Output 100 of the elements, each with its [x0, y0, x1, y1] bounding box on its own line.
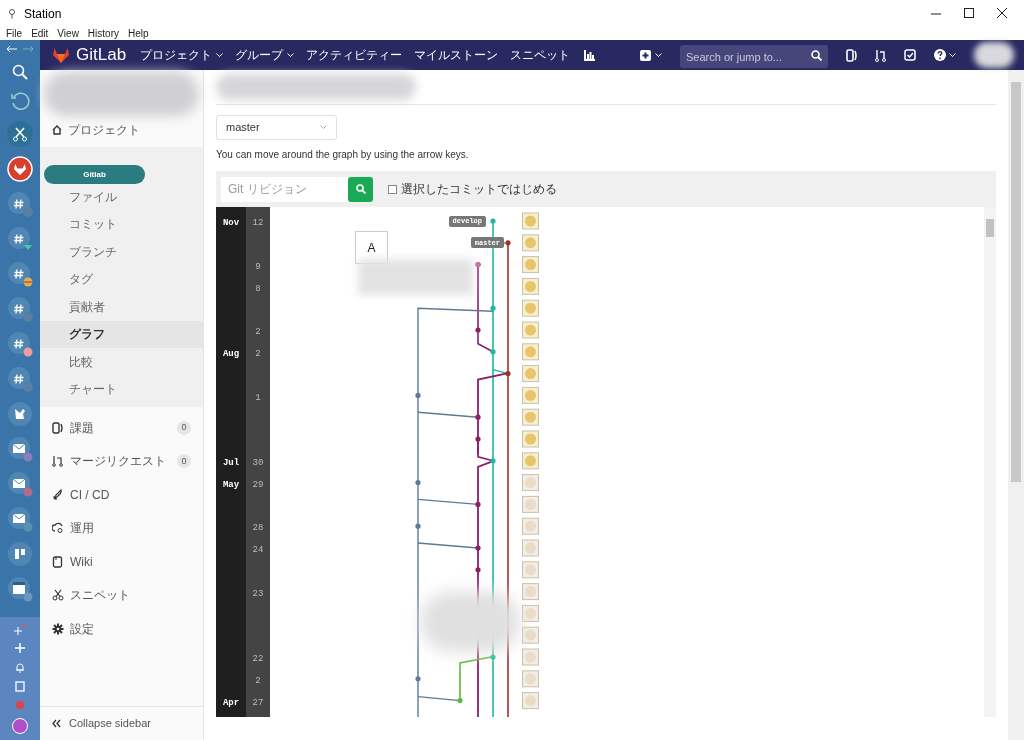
bell-icon[interactable]	[14, 661, 26, 673]
sidebar-item[interactable]: 課題 0	[40, 411, 203, 445]
sidebar-subitem[interactable]: グラフ	[40, 320, 203, 348]
caret-icon	[320, 125, 327, 130]
menu-item[interactable]: Help	[128, 26, 149, 41]
count-badge: 0	[177, 420, 191, 435]
maximize-icon[interactable]	[964, 8, 975, 19]
day-label: 9	[255, 260, 261, 274]
hash-app-icon[interactable]	[7, 226, 33, 252]
month-label: Jul	[222, 456, 240, 470]
calendar-app-icon[interactable]	[7, 576, 33, 602]
avatar-icon	[522, 343, 539, 361]
checkbox[interactable]	[388, 184, 397, 194]
avatar-icon	[522, 539, 539, 557]
sparkle-icon[interactable]	[14, 623, 26, 635]
avatar-icon	[522, 692, 539, 710]
nav-link[interactable]: スニペット	[510, 46, 571, 64]
avatar-icon	[522, 430, 539, 448]
checkbox-label: 選択したコミットではじめる	[401, 181, 557, 198]
nav-link[interactable]: グループ	[235, 46, 295, 64]
month-label: Aug	[222, 347, 240, 361]
board-app-icon[interactable]	[7, 541, 33, 567]
branch-dropdown[interactable]: master	[216, 115, 337, 140]
sidebar-item[interactable]: プロジェクト	[40, 116, 203, 144]
mail-app-icon[interactable]	[7, 506, 33, 532]
avatar-icon	[522, 648, 539, 666]
fox-icon	[52, 46, 70, 64]
search-field[interactable]: Search or jump to...	[680, 45, 828, 68]
menu-item[interactable]: History	[87, 26, 119, 41]
sidebar-subitem[interactable]: 貢献者	[40, 293, 203, 321]
scissors-icon[interactable]	[7, 121, 33, 147]
scrollbar[interactable]	[984, 207, 996, 717]
plus-icon[interactable]	[14, 642, 26, 654]
sidebar-item[interactable]: スニペット	[40, 578, 203, 612]
note-icon[interactable]	[14, 680, 26, 692]
sidebar-item[interactable]: CI / CD	[40, 478, 203, 512]
avatar-icon	[522, 365, 539, 383]
search-icon[interactable]	[11, 63, 29, 81]
plus-icon	[640, 49, 651, 61]
nav-link[interactable]: マイルストーン	[414, 46, 499, 64]
sidebar-subitem[interactable]: ファイル	[40, 183, 203, 211]
search-button[interactable]	[348, 176, 373, 202]
hash-app-icon[interactable]	[7, 331, 33, 357]
nav-link[interactable]: アクティビティー	[306, 46, 403, 64]
caret-icon	[655, 52, 662, 58]
sidebar-subitem[interactable]: ブランチ	[40, 238, 203, 266]
help-dropdown[interactable]	[934, 49, 956, 61]
avatar-icon	[522, 299, 539, 317]
sidebar-item[interactable]: 設定	[40, 612, 203, 646]
new-dropdown[interactable]	[640, 49, 662, 61]
revision-field[interactable]: Git リビジョン	[221, 176, 348, 202]
avatar-icon	[522, 452, 539, 470]
sidebar-subitem[interactable]: 比較	[40, 348, 203, 376]
avatar-icon	[522, 474, 539, 492]
menu-item[interactable]: View	[57, 26, 79, 41]
avatar-icon	[522, 386, 539, 404]
sidebar-item[interactable]: マージリクエスト 0	[40, 444, 203, 478]
caret-icon	[287, 52, 295, 58]
status-icon[interactable]	[12, 718, 28, 734]
nav-link[interactable]: プロジェクト	[140, 46, 224, 64]
sidebar-item[interactable]: 運用	[40, 511, 203, 545]
merge-request-icon	[52, 455, 64, 468]
scissors-icon	[52, 589, 64, 602]
hash-app-icon[interactable]	[7, 261, 33, 287]
sidebar-subitem[interactable]: タグ	[40, 265, 203, 293]
day-label: 2	[255, 674, 261, 688]
day-label: 23	[252, 587, 264, 601]
avatar-icon	[522, 517, 539, 535]
collapse-sidebar-button[interactable]: Collapse sidebar	[40, 706, 203, 740]
mail-app-icon[interactable]	[7, 471, 33, 497]
book-icon	[52, 555, 64, 568]
avatar-icon	[522, 604, 539, 622]
history-icon[interactable]	[9, 90, 31, 112]
sidebar-subitem[interactable]: チャート	[40, 375, 203, 403]
issues-icon[interactable]	[846, 48, 857, 62]
menu-item[interactable]: File	[6, 26, 23, 41]
scrollbar[interactable]	[1008, 70, 1024, 740]
chart-icon[interactable]	[584, 49, 596, 61]
navigation-arrows-icon[interactable]	[5, 44, 35, 54]
tooltip: Gitlab	[44, 165, 145, 184]
hash-app-icon[interactable]	[7, 296, 33, 322]
hash-app-icon[interactable]	[7, 366, 33, 392]
day-label: 30	[252, 456, 264, 470]
fox-app-icon[interactable]	[7, 156, 33, 182]
mail-app-icon[interactable]	[7, 436, 33, 462]
sidebar-item[interactable]: Wiki	[40, 545, 203, 579]
todo-icon[interactable]	[904, 49, 916, 61]
avatar-icon	[522, 234, 539, 252]
avatar-icon	[522, 495, 539, 513]
merge-request-icon[interactable]	[875, 48, 886, 62]
gitlab-logo[interactable]: GitLab	[52, 42, 127, 68]
user-avatar[interactable]	[974, 42, 1014, 68]
app-icon	[8, 8, 16, 19]
hash-app-icon[interactable]	[7, 191, 33, 217]
day-label: 2	[255, 326, 261, 340]
count-badge: 0	[177, 454, 191, 469]
sidebar-subitem[interactable]: コミット	[40, 210, 203, 238]
menu-item[interactable]: Edit	[31, 26, 49, 41]
close-icon[interactable]	[997, 8, 1008, 19]
search-icon	[355, 184, 366, 194]
